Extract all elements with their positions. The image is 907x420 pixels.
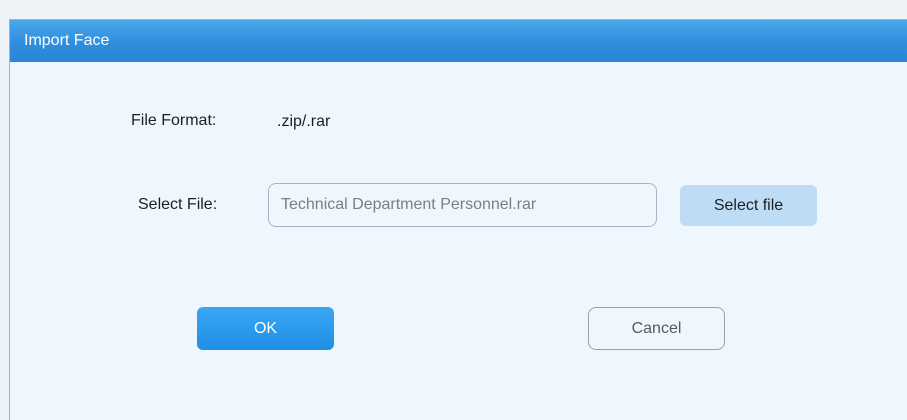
ok-button[interactable]: OK <box>197 307 334 350</box>
cancel-button[interactable]: Cancel <box>588 307 725 350</box>
file-format-label: File Format: <box>131 112 217 129</box>
dialog-titlebar[interactable]: Import Face <box>10 20 907 62</box>
dialog-title: Import Face <box>24 32 110 49</box>
selected-file-field[interactable] <box>268 183 657 227</box>
select-file-label: Select File: <box>138 196 218 213</box>
file-format-value: .zip/.rar <box>277 113 331 130</box>
select-file-button[interactable]: Select file <box>680 185 817 226</box>
import-face-dialog: Import Face File Format: .zip/.rar Selec… <box>9 19 907 420</box>
